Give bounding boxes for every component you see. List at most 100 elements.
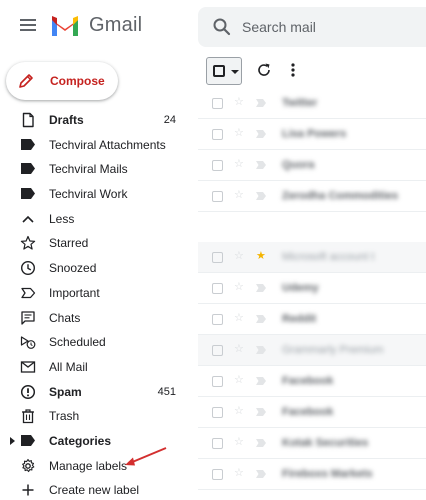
row-checkbox[interactable] <box>212 129 223 140</box>
sidebar-nav: Drafts 24 Techviral Attachments Techvira… <box>0 108 190 500</box>
sidebar-item-create-new-label[interactable]: Create new label <box>0 478 190 500</box>
row-checkbox[interactable] <box>212 191 223 202</box>
email-row[interactable]: ☆ Kotak Securities <box>198 428 426 459</box>
row-checkbox[interactable] <box>212 160 223 171</box>
main-menu-button[interactable] <box>18 16 38 36</box>
email-row[interactable]: ☆ ★ Microsoft account t <box>198 242 426 273</box>
star-icon[interactable]: ☆ <box>234 406 244 417</box>
email-row[interactable]: ☆ Udemy <box>198 273 426 304</box>
star-icon[interactable]: ☆ <box>234 437 244 448</box>
email-row[interactable]: ☆ Reddit <box>198 304 426 335</box>
sidebar-item-trash[interactable]: Trash <box>0 404 190 429</box>
email-sender: Microsoft account t <box>282 251 375 263</box>
important-icon[interactable] <box>256 315 266 323</box>
email-row[interactable]: ☆ Zerodha Commodities <box>198 181 426 212</box>
row-checkbox[interactable] <box>212 376 223 387</box>
important-icon[interactable] <box>256 130 266 138</box>
spam-count: 451 <box>157 385 176 398</box>
star-icon[interactable]: ☆ <box>234 190 244 201</box>
row-checkbox[interactable] <box>212 314 223 325</box>
email-sender: Grammarly Premium <box>282 344 384 356</box>
sidebar-item-less[interactable]: Less <box>0 207 190 232</box>
label-icon <box>21 188 35 200</box>
scheduled-icon <box>20 336 36 350</box>
sidebar-item-label: Spam <box>49 384 82 399</box>
email-row[interactable]: ☆ Lisa Powers <box>198 119 426 150</box>
row-checkbox[interactable] <box>212 252 223 263</box>
important-marker-icon[interactable]: ★ <box>256 251 266 262</box>
row-checkbox[interactable] <box>212 283 223 294</box>
email-sender: Lisa Powers <box>282 128 347 140</box>
important-icon[interactable] <box>256 99 266 107</box>
important-icon[interactable] <box>256 470 266 478</box>
star-icon[interactable]: ☆ <box>234 251 244 262</box>
sidebar-item-techviral-attachments[interactable]: Techviral Attachments <box>0 133 190 158</box>
draft-icon <box>22 112 34 128</box>
sidebar-item-label: Trash <box>49 409 80 424</box>
email-row[interactable]: ☆ Grammarly Premium <box>198 335 426 366</box>
email-row[interactable]: ☆ Quora <box>198 150 426 181</box>
more-vert-icon[interactable] <box>290 62 296 78</box>
search-icon[interactable] <box>212 17 232 37</box>
chevron-down-icon <box>231 70 239 74</box>
sidebar-item-snoozed[interactable]: Snoozed <box>0 256 190 281</box>
star-icon[interactable]: ☆ <box>234 468 244 479</box>
select-all-checkbox[interactable] <box>206 57 242 85</box>
email-sender: Kotak Securities <box>282 437 369 449</box>
gear-icon <box>22 458 35 472</box>
email-row[interactable]: ☆ Facebook <box>198 397 426 428</box>
email-row[interactable]: ☆ Fireboxs Markets <box>198 459 426 490</box>
email-row[interactable]: ☆ Facebook <box>198 366 426 397</box>
sidebar-item-all-mail[interactable]: All Mail <box>0 355 190 380</box>
sidebar-item-drafts[interactable]: Drafts 24 <box>0 108 190 133</box>
row-checkbox[interactable] <box>212 469 223 480</box>
search-input[interactable] <box>242 17 422 37</box>
refresh-icon[interactable] <box>256 62 272 78</box>
important-icon[interactable] <box>256 439 266 447</box>
chat-icon <box>21 310 35 325</box>
app-title[interactable]: Gmail <box>89 14 142 37</box>
important-icon[interactable] <box>256 346 266 354</box>
star-icon[interactable]: ☆ <box>234 128 244 139</box>
sidebar-item-scheduled[interactable]: Scheduled <box>0 330 190 355</box>
email-row[interactable]: ☆ Twitter <box>198 88 426 119</box>
email-sender: Facebook <box>282 375 334 387</box>
star-icon[interactable]: ☆ <box>234 344 244 355</box>
star-icon[interactable]: ☆ <box>234 375 244 386</box>
email-sender: Reddit <box>282 313 317 325</box>
star-icon[interactable]: ☆ <box>234 159 244 170</box>
caret-right-icon[interactable] <box>10 436 15 445</box>
star-icon[interactable]: ☆ <box>234 97 244 108</box>
email-sender: Facebook <box>282 406 334 418</box>
sidebar-item-chats[interactable]: Chats <box>0 306 190 331</box>
chevron-up-icon <box>22 215 34 223</box>
sidebar-item-spam[interactable]: Spam 451 <box>0 380 190 405</box>
compose-button[interactable]: Compose <box>6 62 118 100</box>
app-header: Gmail <box>0 0 426 54</box>
pencil-icon <box>19 74 33 88</box>
star-icon[interactable]: ☆ <box>234 282 244 293</box>
row-checkbox[interactable] <box>212 438 223 449</box>
sidebar-item-label: All Mail <box>49 359 88 374</box>
sidebar-item-label: Scheduled <box>49 335 106 350</box>
row-checkbox[interactable] <box>212 345 223 356</box>
sidebar-item-starred[interactable]: Starred <box>0 231 190 256</box>
row-checkbox[interactable] <box>212 407 223 418</box>
sidebar-item-important[interactable]: Important <box>0 281 190 306</box>
drafts-count: 24 <box>163 114 176 126</box>
email-sender: Twitter <box>282 97 318 109</box>
sidebar-item-techviral-work[interactable]: Techviral Work <box>0 182 190 207</box>
mail-toolbar <box>198 54 426 88</box>
important-icon[interactable] <box>256 161 266 169</box>
important-icon[interactable] <box>256 408 266 416</box>
star-icon[interactable]: ☆ <box>234 313 244 324</box>
email-sender: Quora <box>282 159 315 171</box>
important-icon[interactable] <box>256 377 266 385</box>
search-bar[interactable] <box>198 7 426 47</box>
gmail-logo-icon[interactable] <box>50 14 80 38</box>
sidebar-item-techviral-mails[interactable]: Techviral Mails <box>0 157 190 182</box>
row-checkbox[interactable] <box>212 98 223 109</box>
email-list: ☆ Twitter ☆ Lisa Powers ☆ Quora ☆ Zerodh… <box>198 88 426 490</box>
important-icon[interactable] <box>256 192 266 200</box>
important-icon[interactable] <box>256 284 266 292</box>
